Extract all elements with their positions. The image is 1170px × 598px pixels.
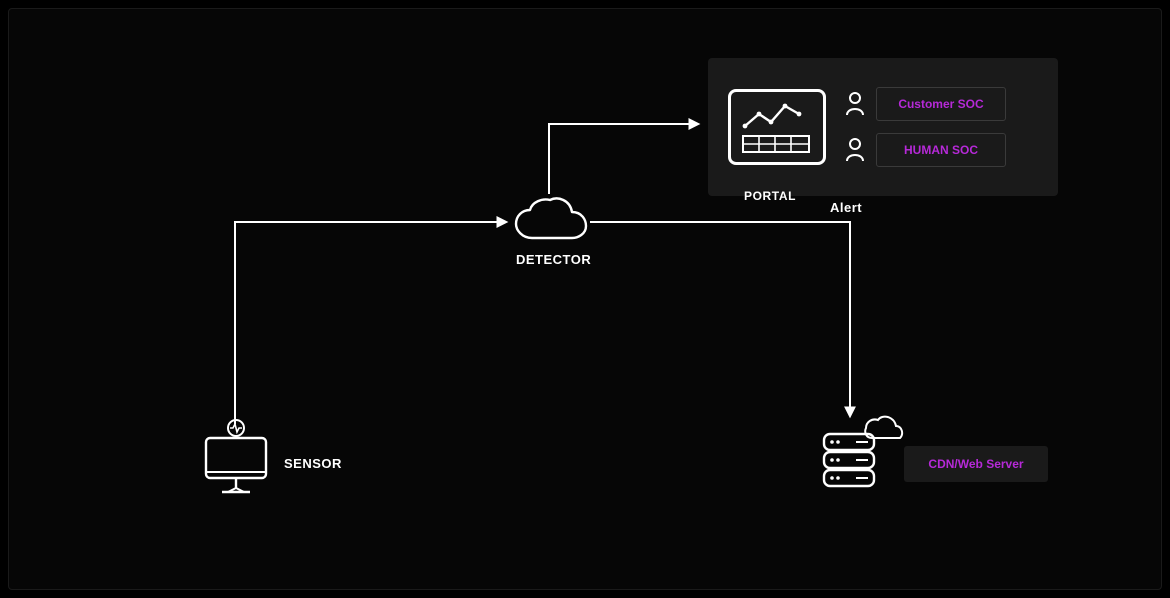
alert-label: Alert — [830, 200, 862, 215]
customer-soc-pill: Customer SOC — [876, 87, 1006, 121]
person-icon — [844, 137, 866, 163]
portal-label: PORTAL — [744, 189, 796, 203]
human-soc-pill: HUMAN SOC — [876, 133, 1006, 167]
portal-dashboard-icon — [728, 89, 826, 165]
cdn-web-server-pill: CDN/Web Server — [904, 446, 1048, 482]
detector-label: DETECTOR — [516, 252, 591, 267]
sensor-label: SENSOR — [284, 456, 342, 471]
person-icon — [844, 91, 866, 117]
soc-panel: PORTAL Customer SOC HUMAN SOC — [708, 58, 1058, 196]
